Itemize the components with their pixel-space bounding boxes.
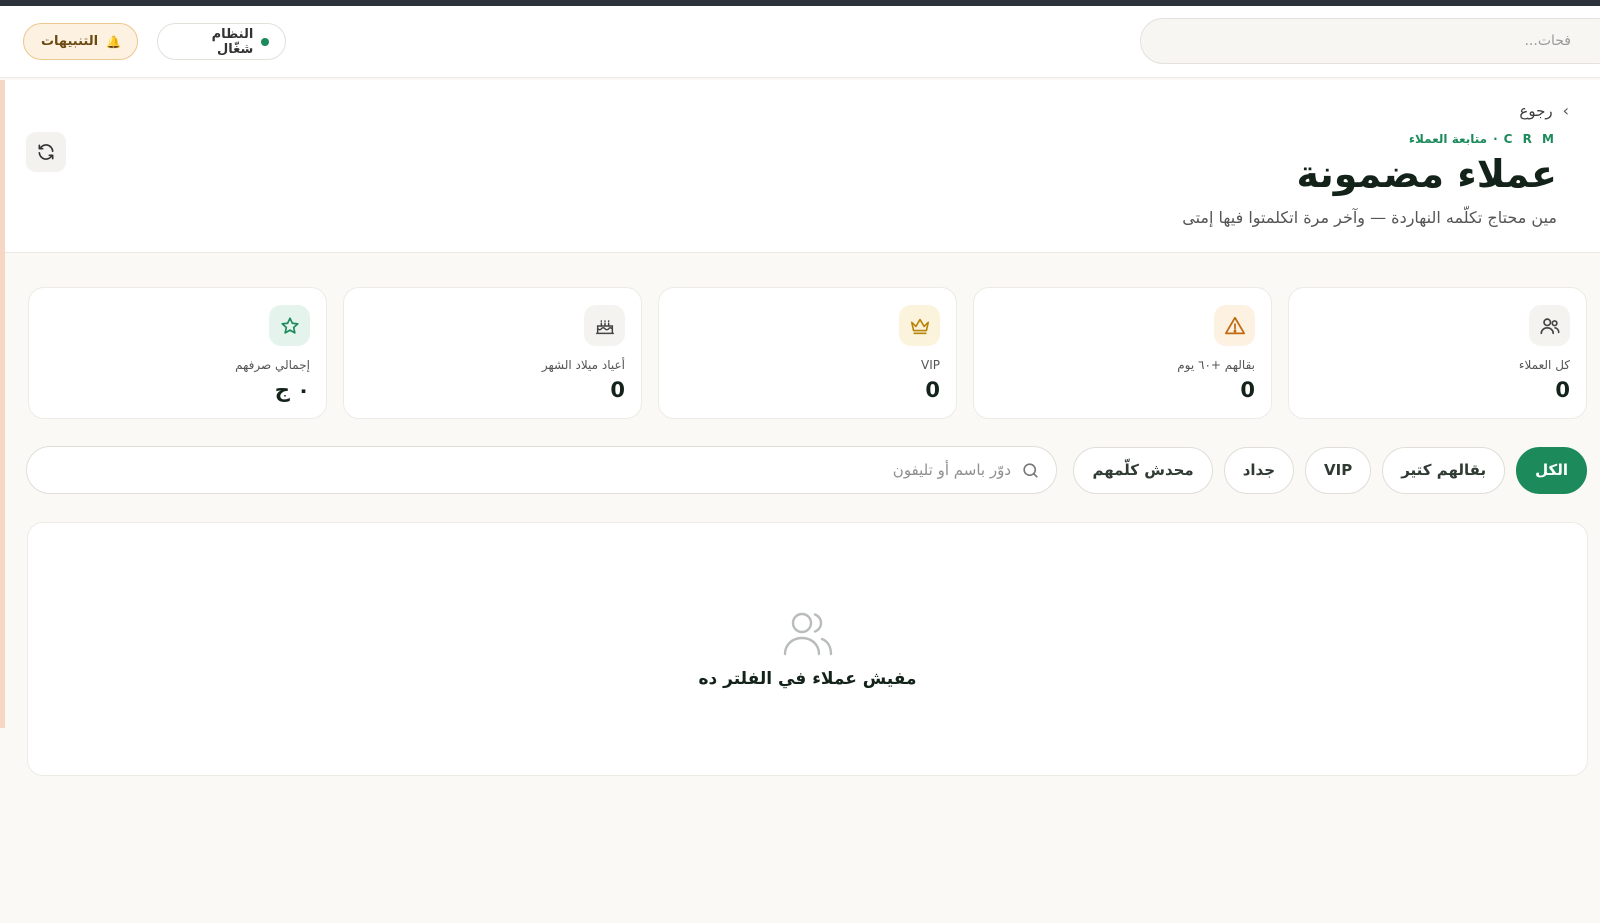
breadcrumb-crm[interactable]: C R M bbox=[1504, 132, 1557, 146]
filter-chip-new[interactable]: جداد bbox=[1223, 446, 1295, 494]
stat-label: VIP bbox=[921, 358, 940, 372]
star-icon bbox=[269, 305, 310, 346]
empty-state-message: مفيش عملاء في الفلتر ده bbox=[698, 669, 917, 689]
refresh-button[interactable] bbox=[26, 132, 66, 172]
customer-search-placeholder: دوّر باسم أو تليفون bbox=[892, 461, 1011, 479]
alerts-label: التنبيهات bbox=[40, 34, 99, 49]
customer-list-empty-state: مفيش عملاء في الفلتر ده bbox=[27, 522, 1588, 776]
filter-chip-all[interactable]: الكل bbox=[1516, 446, 1587, 494]
global-search-input[interactable]: فحات... bbox=[1140, 18, 1600, 64]
search-icon bbox=[1023, 462, 1038, 478]
filter-chips: الكل بقالهم كتير VIP جداد محدش كلّمهم bbox=[1073, 446, 1587, 494]
breadcrumb-current: متابعة العملاء bbox=[1408, 132, 1488, 146]
stat-card-birthdays: أعياد ميلاد الشهر 0 bbox=[343, 287, 642, 419]
bell-icon: 🔔 bbox=[106, 34, 121, 49]
global-search-placeholder: فحات... bbox=[1524, 33, 1571, 49]
page-subtitle: مين محتاج تكلّمه النهاردة — وآخر مرة اتك… bbox=[1182, 208, 1557, 227]
cake-icon bbox=[584, 305, 625, 346]
status-dot-icon bbox=[261, 37, 269, 46]
filter-chip-vip[interactable]: VIP bbox=[1305, 446, 1372, 494]
stat-value: 0 bbox=[1555, 378, 1570, 402]
stat-card-total-spend: إجمالي صرفهم ٠ ج bbox=[28, 287, 327, 419]
users-empty-icon bbox=[783, 612, 833, 656]
filter-chip-long-time[interactable]: بقالهم كتير bbox=[1382, 446, 1506, 494]
crown-icon bbox=[899, 305, 940, 346]
stat-value: 0 bbox=[610, 378, 625, 402]
stat-label: كل العملاء bbox=[1518, 358, 1570, 372]
page-title: عملاء مضمونة bbox=[1296, 152, 1557, 196]
warning-icon bbox=[1214, 305, 1255, 346]
stat-value: 0 bbox=[925, 378, 940, 402]
customer-search-input[interactable]: دوّر باسم أو تليفون bbox=[26, 446, 1057, 494]
page-header: › رجوع C R M · متابعة العملاء عملاء مضمو… bbox=[5, 80, 1600, 253]
users-icon bbox=[1529, 305, 1570, 346]
stat-card-all-customers: كل العملاء 0 bbox=[1288, 287, 1587, 419]
breadcrumb: C R M · متابعة العملاء bbox=[1409, 132, 1557, 146]
stat-label: أعياد ميلاد الشهر bbox=[541, 358, 625, 372]
alerts-button[interactable]: 🔔 التنبيهات bbox=[23, 23, 138, 60]
system-status-label: النظام شغّال bbox=[211, 26, 254, 57]
back-link[interactable]: › رجوع bbox=[1519, 101, 1569, 120]
filter-chip-not-contacted[interactable]: محدش كلّمهم bbox=[1073, 446, 1213, 494]
stat-card-inactive-60-days: بقالهم +٦٠ يوم 0 bbox=[973, 287, 1272, 419]
stat-value: 0 bbox=[1240, 378, 1255, 402]
chevron-right-icon: › bbox=[1562, 101, 1569, 120]
stat-label: بقالهم +٦٠ يوم bbox=[1177, 358, 1255, 372]
stat-value: ٠ ج bbox=[274, 378, 310, 402]
stat-label: إجمالي صرفهم bbox=[235, 358, 310, 372]
refresh-icon bbox=[38, 144, 54, 160]
top-bar: فحات... النظام شغّال 🔔 التنبيهات bbox=[0, 6, 1600, 78]
system-status-badge[interactable]: النظام شغّال bbox=[157, 23, 286, 60]
stat-card-vip: VIP 0 bbox=[658, 287, 957, 419]
back-label: رجوع bbox=[1519, 101, 1553, 120]
breadcrumb-separator: · bbox=[1493, 132, 1498, 146]
